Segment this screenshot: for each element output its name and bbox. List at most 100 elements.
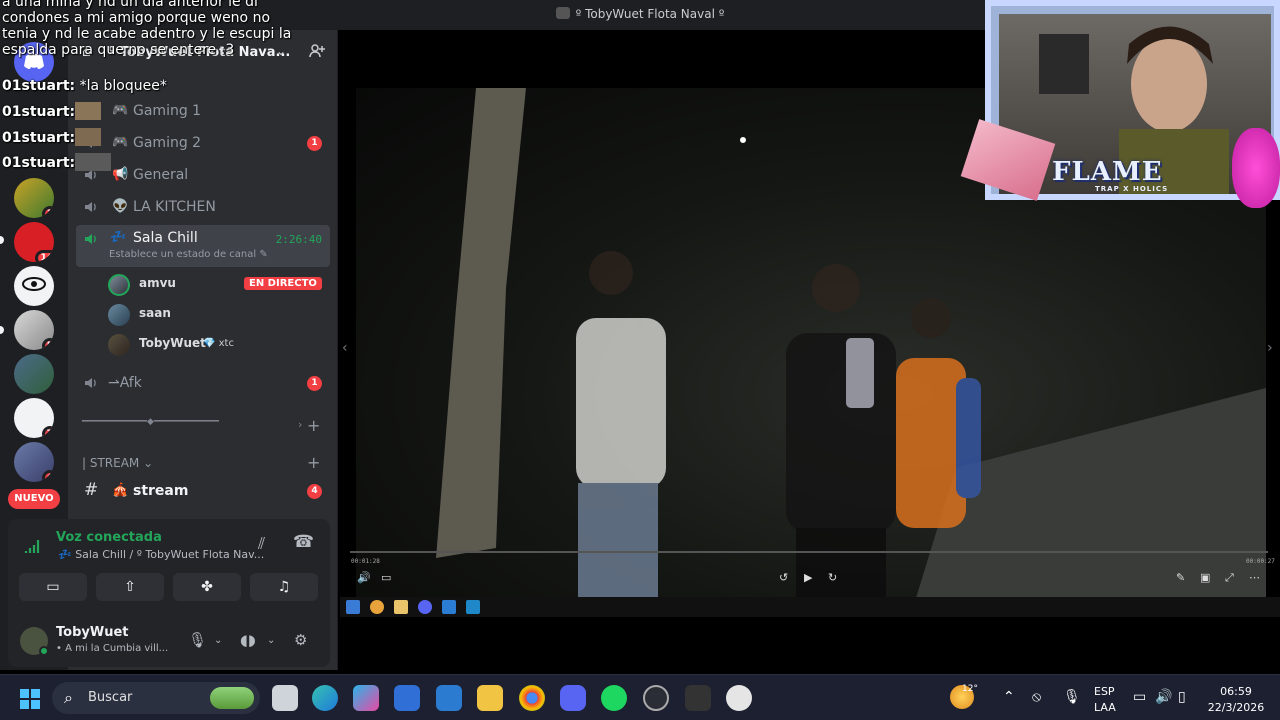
soundboard-button[interactable]: ♫ <box>250 573 318 601</box>
chat-text: *la bloquee* <box>75 78 167 94</box>
input-language[interactable]: ESP <box>1094 685 1115 698</box>
discord-icon[interactable] <box>560 685 586 711</box>
disconnect-icon[interactable]: ☎ <box>293 532 314 552</box>
store-icon[interactable] <box>394 685 420 711</box>
server-2[interactable]: 14 <box>14 222 54 262</box>
chevron-up-icon[interactable]: ⌃ <box>1003 689 1015 705</box>
chat-username: 01stuart: <box>2 155 76 171</box>
voice-member-tobywuet[interactable]: TobyWuet 💎 xtc <box>108 332 328 358</box>
voice-channel-general[interactable]: 📢 General <box>76 161 330 189</box>
category-stream[interactable]: | STREAM ⌄ <box>82 456 153 470</box>
miniplayer-icon[interactable]: ▣ <box>1200 571 1210 584</box>
server-3[interactable] <box>14 266 54 306</box>
next-arrow-icon[interactable]: › <box>1267 340 1273 356</box>
steam-icon[interactable] <box>643 685 669 711</box>
windows-start-icon[interactable] <box>19 688 41 710</box>
activities-button[interactable]: ✤ <box>173 573 241 601</box>
elapsed-time: 00:01:28 <box>351 558 380 565</box>
channel-status-prompt[interactable]: Establece un estado de canal ✎ <box>109 249 268 260</box>
streamed-desktop-taskbar <box>340 597 1280 617</box>
file-explorer-icon[interactable] <box>477 685 503 711</box>
clock-date[interactable]: 22/3/2026 <box>1206 701 1266 714</box>
voice-channel-sala-chill[interactable]: 💤 Sala Chill 2:26:40 Establece un estado… <box>76 225 330 267</box>
media-player-icon[interactable] <box>726 685 752 711</box>
play-icon[interactable]: ▶ <box>804 571 812 584</box>
text-channel-stream[interactable]: # 🎪 stream 4 <box>76 477 330 505</box>
taskbar-search[interactable]: ⌕ Buscar <box>52 682 260 714</box>
unread-badge: 4 <box>307 484 322 499</box>
member-tag: 💎 xtc <box>203 338 234 349</box>
channel-name: ⇀Afk <box>108 375 142 391</box>
more-options-icon[interactable]: ⋯ <box>1249 571 1260 584</box>
volume-icon[interactable]: 🔊 <box>1155 689 1172 705</box>
edit-icon[interactable]: ✎ <box>1176 571 1185 584</box>
voice-channel-afk[interactable]: ⇀Afk 1 <box>76 369 330 397</box>
epic-games-icon[interactable] <box>685 685 711 711</box>
chat-overlay-line: 01stuart: <box>2 153 112 171</box>
notifications-off-icon[interactable]: ⦸ <box>1032 689 1041 705</box>
server-4[interactable]: 5 <box>14 310 54 350</box>
chrome-icon[interactable] <box>519 685 545 711</box>
new-badge[interactable]: NUEVO <box>8 489 60 509</box>
camera-toggle-button[interactable]: ▭ <box>19 573 87 601</box>
headphones-icon[interactable]: ◖◗ <box>240 631 256 649</box>
fullscreen-icon[interactable]: ⤢ <box>1225 571 1234 585</box>
voice-channel-path[interactable]: 💤 Sala Chill / º TobyWuet Flota Nav... <box>58 548 264 561</box>
user-custom-status[interactable]: • A mi la Cumbia vill... <box>56 643 168 654</box>
chat-overlay-text: a una mina y nd un dia anterior le di co… <box>2 0 292 58</box>
voice-channel-la-kitchen[interactable]: 👽 LA KITCHEN <box>76 193 330 221</box>
display-icon[interactable]: ▭ <box>1133 689 1146 705</box>
chevron-right-icon: › <box>298 418 303 431</box>
speaker-icon <box>85 234 96 244</box>
signal-icon[interactable] <box>24 537 42 555</box>
channel-status-text: Establece un estado de canal <box>109 249 257 260</box>
category-divider[interactable]: ━━━━━━━━━━━━◆━━━━━━━━━━━━ › <box>76 412 330 438</box>
pink-figure-sticker <box>1232 128 1280 208</box>
add-channel-icon[interactable]: + <box>307 416 320 435</box>
clock-time[interactable]: 06:59 <box>1206 685 1266 698</box>
invite-people-icon[interactable] <box>308 42 326 60</box>
microphone-icon[interactable]: 🎙 <box>188 631 207 649</box>
spotify-icon[interactable] <box>601 685 627 711</box>
voice-channel-gaming-2[interactable]: 🎮 Gaming 2 1 <box>76 129 330 157</box>
server-5[interactable] <box>14 354 54 394</box>
battery-icon[interactable]: ▯ <box>1178 689 1186 705</box>
speaker-icon <box>85 378 96 388</box>
channel-emoji: 📢 <box>112 167 129 182</box>
task-view-icon[interactable] <box>272 685 298 711</box>
subtitles-icon[interactable]: ▭ <box>381 571 391 584</box>
chevron-down-icon[interactable]: ⌄ <box>267 635 275 646</box>
screen-share-button[interactable]: ⇧ <box>96 573 164 601</box>
server-6[interactable]: 7 <box>14 398 54 438</box>
window-title-text: º TobyWuet Flota Naval º <box>575 7 725 21</box>
voice-member-saan[interactable]: saan <box>108 302 328 328</box>
server-1[interactable]: 1 <box>14 178 54 218</box>
microphone-icon[interactable]: 🎙 <box>1063 689 1081 705</box>
live-badge[interactable]: EN DIRECTO <box>244 277 322 290</box>
forward-icon[interactable]: ↻ <box>828 571 837 584</box>
voice-member-amvu[interactable]: amvu EN DIRECTO <box>108 272 328 298</box>
volume-icon[interactable]: 🔊 <box>357 571 371 584</box>
settings-gear-icon[interactable]: ⚙ <box>294 631 307 649</box>
add-channel-icon[interactable]: + <box>307 453 320 472</box>
keyboard-layout[interactable]: LAA <box>1094 701 1116 714</box>
windows-taskbar: ⌕ Buscar 12° ⌃ ⦸ 🎙 ESP LAA ▭ 🔊 ▯ 06:59 2… <box>0 674 1280 720</box>
copilot-icon[interactable] <box>353 685 379 711</box>
chevron-down-icon[interactable]: ⌄ <box>214 635 222 646</box>
channel-emoji: 💤 <box>110 230 127 245</box>
rewind-icon[interactable]: ↺ <box>779 571 788 584</box>
voice-connected-label[interactable]: Voz conectada <box>56 530 162 545</box>
outlook-icon[interactable] <box>436 685 462 711</box>
noise-suppression-icon[interactable]: ⫽ <box>258 534 265 554</box>
server-7[interactable]: 4 <box>14 442 54 482</box>
username[interactable]: TobyWuet <box>56 625 128 640</box>
member-name: TobyWuet <box>139 336 206 350</box>
unread-badge: 1 <box>307 376 322 391</box>
user-panel: TobyWuet • A mi la Cumbia vill... 🎙 ⌄ ◖◗… <box>8 613 330 667</box>
voice-status-panel: Voz conectada 💤 Sala Chill / º TobyWuet … <box>8 519 330 613</box>
previous-arrow-icon[interactable]: ‹ <box>342 340 348 356</box>
channel-name: Sala Chill <box>133 230 198 246</box>
edge-icon[interactable] <box>312 685 338 711</box>
video-seek-bar[interactable] <box>350 551 1268 553</box>
voice-channel-gaming-1[interactable]: 🎮 Gaming 1 <box>76 97 330 125</box>
